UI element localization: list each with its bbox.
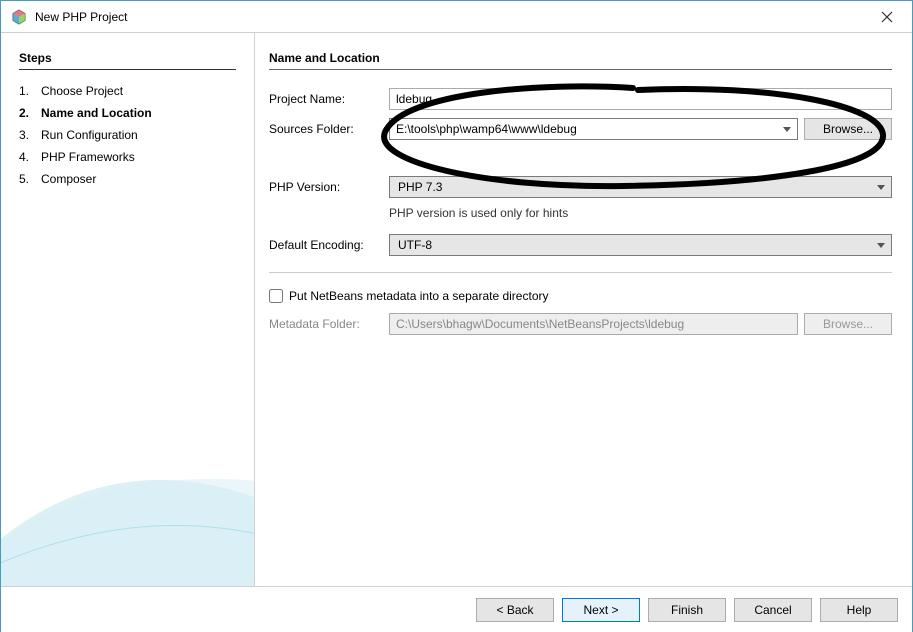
step-item: 2.Name and Location (19, 102, 236, 124)
metadata-checkbox-row: Put NetBeans metadata into a separate di… (269, 289, 892, 303)
chevron-down-icon[interactable] (777, 119, 797, 139)
php-version-hint: PHP version is used only for hints (389, 206, 892, 220)
steps-heading: Steps (19, 51, 236, 70)
default-encoding-dropdown[interactable]: UTF-8 (389, 234, 892, 256)
chevron-down-icon (871, 177, 891, 197)
close-button[interactable] (872, 5, 902, 29)
step-item: 1.Choose Project (19, 80, 236, 102)
step-item: 5.Composer (19, 168, 236, 190)
php-version-label: PHP Version: (269, 180, 389, 194)
php-version-value: PHP 7.3 (390, 177, 871, 197)
browse-sources-button[interactable]: Browse... (804, 118, 892, 140)
cancel-button[interactable]: Cancel (734, 598, 812, 622)
php-version-dropdown[interactable]: PHP 7.3 (389, 176, 892, 198)
project-name-input[interactable] (389, 88, 892, 110)
decorative-swoosh (1, 366, 254, 586)
metadata-folder-label: Metadata Folder: (269, 317, 389, 331)
steps-panel: Steps 1.Choose Project 2.Name and Locati… (1, 33, 254, 586)
metadata-checkbox-label: Put NetBeans metadata into a separate di… (289, 289, 548, 303)
metadata-folder-input (389, 313, 798, 335)
finish-button[interactable]: Finish (648, 598, 726, 622)
browse-metadata-button: Browse... (804, 313, 892, 335)
default-encoding-label: Default Encoding: (269, 238, 389, 252)
back-button[interactable]: < Back (476, 598, 554, 622)
netbeans-icon (11, 9, 27, 25)
titlebar: New PHP Project (1, 1, 912, 33)
default-encoding-value: UTF-8 (390, 235, 871, 255)
window-title: New PHP Project (35, 10, 872, 24)
step-item: 4.PHP Frameworks (19, 146, 236, 168)
step-item: 3.Run Configuration (19, 124, 236, 146)
chevron-down-icon (871, 235, 891, 255)
next-button[interactable]: Next > (562, 598, 640, 622)
footer-bar: < Back Next > Finish Cancel Help (1, 586, 912, 632)
content-panel: Name and Location Project Name: Sources … (254, 33, 912, 586)
metadata-checkbox[interactable] (269, 289, 283, 303)
help-button[interactable]: Help (820, 598, 898, 622)
sources-folder-label: Sources Folder: (269, 122, 389, 136)
separator (269, 272, 892, 273)
sources-folder-value: E:\tools\php\wamp64\www\ldebug (390, 119, 777, 139)
project-name-label: Project Name: (269, 92, 389, 106)
sources-folder-combo[interactable]: E:\tools\php\wamp64\www\ldebug (389, 118, 798, 140)
steps-list: 1.Choose Project 2.Name and Location 3.R… (19, 80, 236, 190)
section-title: Name and Location (269, 51, 892, 70)
